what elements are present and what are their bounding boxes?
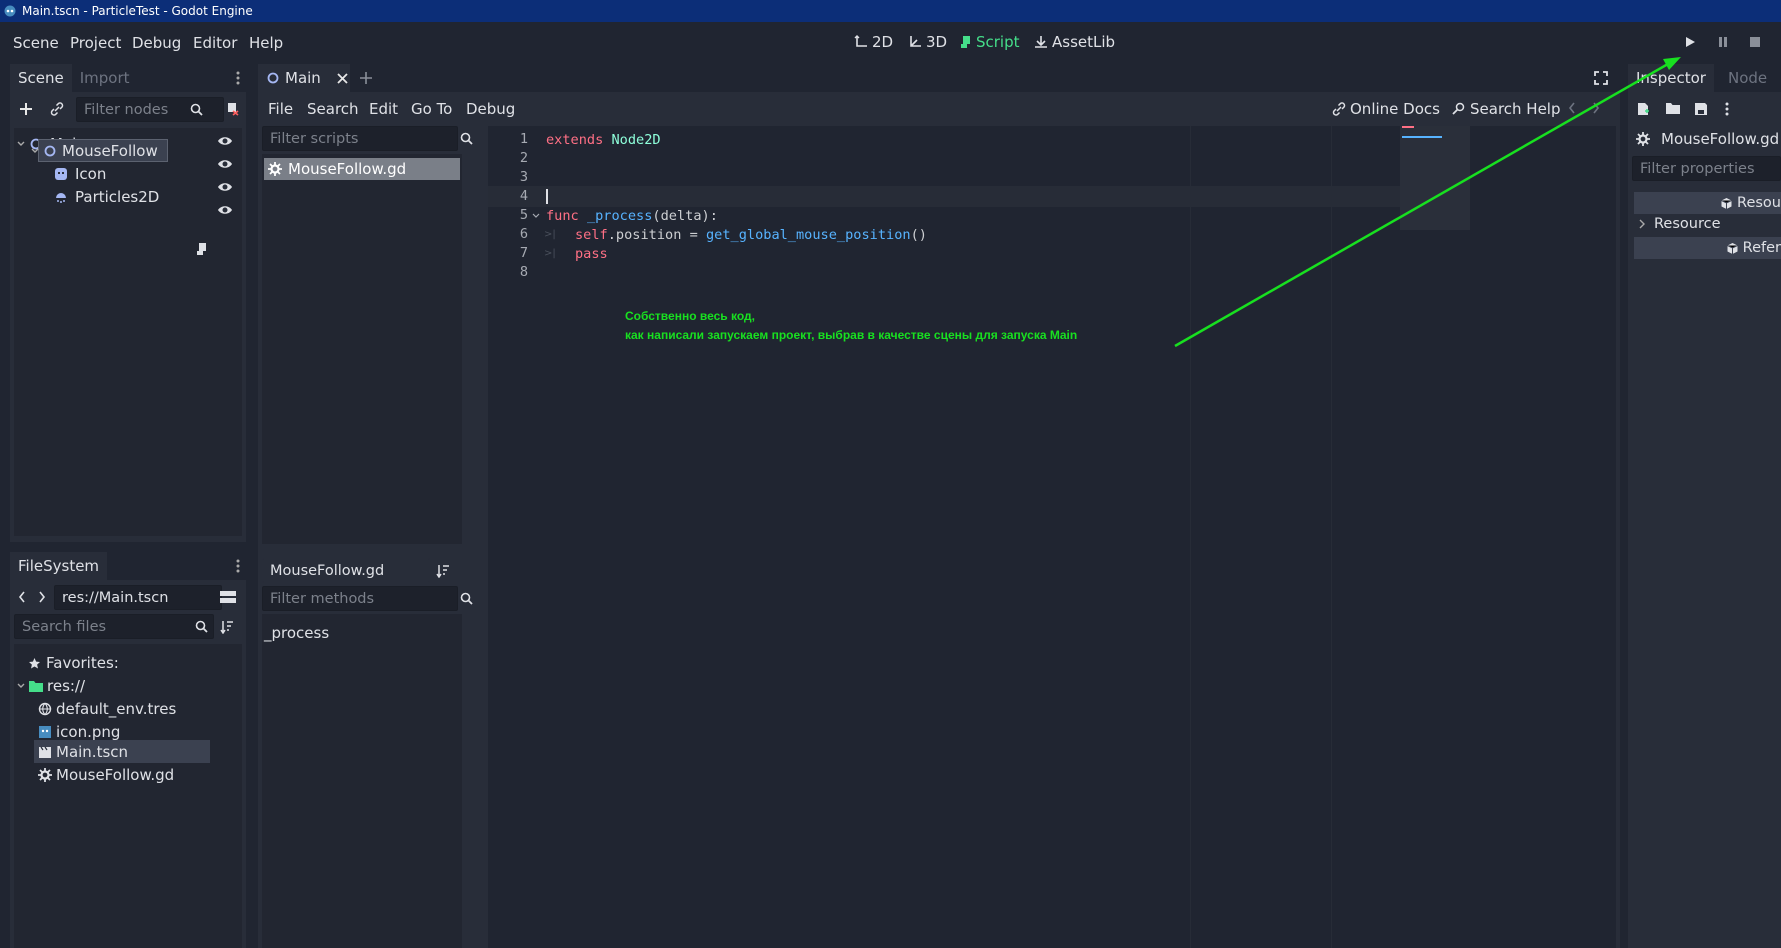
annotation-arrow (1174, 57, 1681, 348)
